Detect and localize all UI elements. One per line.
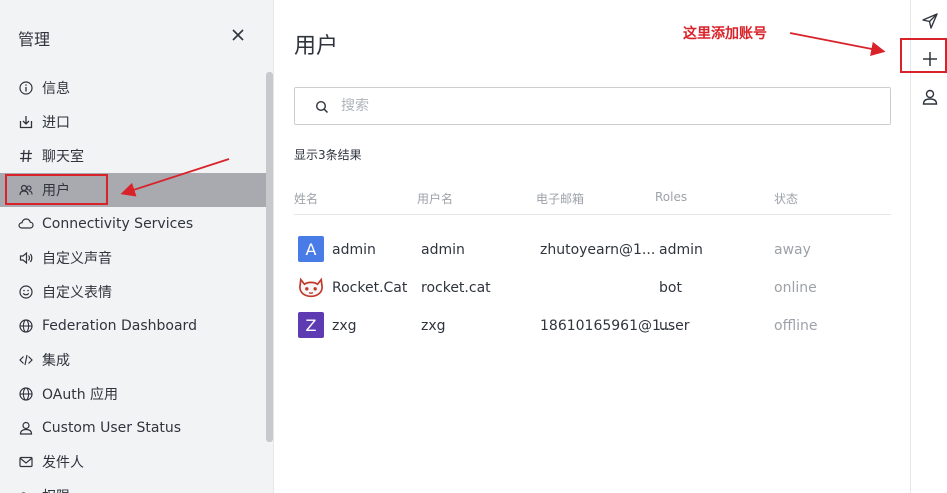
- user-name: zxg: [332, 318, 357, 334]
- sidebar-item-info[interactable]: 信息: [0, 71, 266, 105]
- sidebar-item-label: Custom User Status: [42, 420, 182, 436]
- hashtag-icon: [18, 148, 34, 164]
- table-header: 姓名 用户名 电子邮箱 Roles 状态: [294, 190, 891, 215]
- search-icon: [315, 99, 329, 114]
- code-icon: [18, 352, 34, 368]
- search-input[interactable]: [339, 97, 863, 115]
- sidebar-item-custom-emoji[interactable]: 自定义表情: [0, 275, 266, 309]
- table-row[interactable]: Rocket.Cat rocket.cat bot online: [294, 270, 891, 308]
- highlight-add-button: [900, 38, 947, 73]
- sidebar-item-custom-user-status[interactable]: Custom User Status: [0, 411, 266, 445]
- annotation-note: 这里添加账号: [683, 26, 767, 42]
- info-icon: [18, 80, 34, 96]
- table-row[interactable]: Z zxg zxg 18610165961@1... user offline: [294, 308, 891, 346]
- mail-icon: [18, 454, 34, 470]
- sidebar-item-oauth-apps[interactable]: OAuth 应用: [0, 377, 266, 411]
- user-role: bot: [659, 280, 682, 296]
- sidebar-item-label: 发件人: [42, 455, 84, 471]
- globe-icon: [18, 318, 34, 334]
- sidebar-item-permissions[interactable]: 权限: [0, 479, 266, 493]
- user-username: rocket.cat: [421, 280, 491, 296]
- user-name: admin: [332, 242, 376, 258]
- user-role: user: [659, 318, 690, 334]
- user-status: offline: [774, 318, 818, 334]
- sidebar-item-label: 集成: [42, 353, 70, 369]
- sidebar-item-label: Connectivity Services: [42, 216, 194, 232]
- user-username: zxg: [421, 318, 446, 334]
- emoji-icon: [18, 284, 34, 300]
- user-status: away: [774, 242, 811, 258]
- highlight-users-item: [5, 174, 108, 205]
- avatar: A: [298, 236, 324, 262]
- user-email: 18610165961@1...: [540, 318, 675, 334]
- sound-icon: [18, 250, 34, 266]
- globe-icon: [18, 386, 34, 402]
- users-panel: 用户 显示3条结果 姓名 用户名 电子邮箱 Roles 状态 A admin a…: [274, 0, 910, 493]
- sidebar-item-custom-sounds[interactable]: 自定义声音: [0, 241, 266, 275]
- right-toolbar: [910, 0, 947, 493]
- sidebar-header: 管理: [0, 0, 273, 72]
- key-icon: [18, 488, 34, 493]
- column-header-roles[interactable]: Roles: [655, 190, 687, 204]
- avatar: Z: [298, 312, 324, 338]
- user-icon: [18, 420, 34, 436]
- sidebar-item-mailer[interactable]: 发件人: [0, 445, 266, 479]
- sidebar-item-label: Federation Dashboard: [42, 318, 197, 334]
- admin-sidebar: 管理 信息 进口 聊天室 用户 Connectivity Services 自定…: [0, 0, 274, 493]
- sidebar-nav: 信息 进口 聊天室 用户 Connectivity Services 自定义声音…: [0, 71, 266, 493]
- sidebar-item-label: 自定义声音: [42, 251, 112, 267]
- page-title: 用户: [294, 34, 339, 59]
- sidebar-item-import[interactable]: 进口: [0, 105, 266, 139]
- rocket-cat-avatar-icon: [298, 274, 324, 300]
- sidebar-item-label: 信息: [42, 81, 70, 97]
- result-count: 显示3条结果: [294, 148, 362, 162]
- user-name: Rocket.Cat: [332, 280, 408, 296]
- user-icon[interactable]: [919, 86, 941, 108]
- sidebar-item-label: 自定义表情: [42, 285, 112, 301]
- sidebar-item-connectivity-services[interactable]: Connectivity Services: [0, 207, 266, 241]
- sidebar-item-label: 进口: [42, 115, 70, 131]
- user-status: online: [774, 280, 817, 296]
- sidebar-item-federation-dashboard[interactable]: Federation Dashboard: [0, 309, 266, 343]
- search-box[interactable]: [294, 87, 891, 125]
- sidebar-item-integrations[interactable]: 集成: [0, 343, 266, 377]
- table-row[interactable]: A admin admin zhutoyearn@1... admin away: [294, 232, 891, 270]
- import-icon: [18, 114, 34, 130]
- user-email: zhutoyearn@1...: [540, 242, 656, 258]
- sidebar-item-label: 权限: [42, 486, 70, 493]
- user-role: admin: [659, 242, 703, 258]
- column-header-email[interactable]: 电子邮箱: [536, 190, 584, 207]
- column-header-status[interactable]: 状态: [774, 190, 798, 207]
- column-header-username[interactable]: 用户名: [417, 190, 453, 207]
- cloud-icon: [18, 216, 34, 232]
- close-icon[interactable]: [228, 25, 248, 45]
- sidebar-item-label: OAuth 应用: [42, 387, 119, 403]
- sidebar-scrollbar[interactable]: [266, 72, 273, 442]
- sidebar-title: 管理: [18, 30, 51, 49]
- send-icon[interactable]: [919, 10, 941, 32]
- sidebar-item-rooms[interactable]: 聊天室: [0, 139, 266, 173]
- sidebar-item-label: 聊天室: [42, 149, 84, 165]
- column-header-name[interactable]: 姓名: [294, 190, 318, 207]
- user-username: admin: [421, 242, 465, 258]
